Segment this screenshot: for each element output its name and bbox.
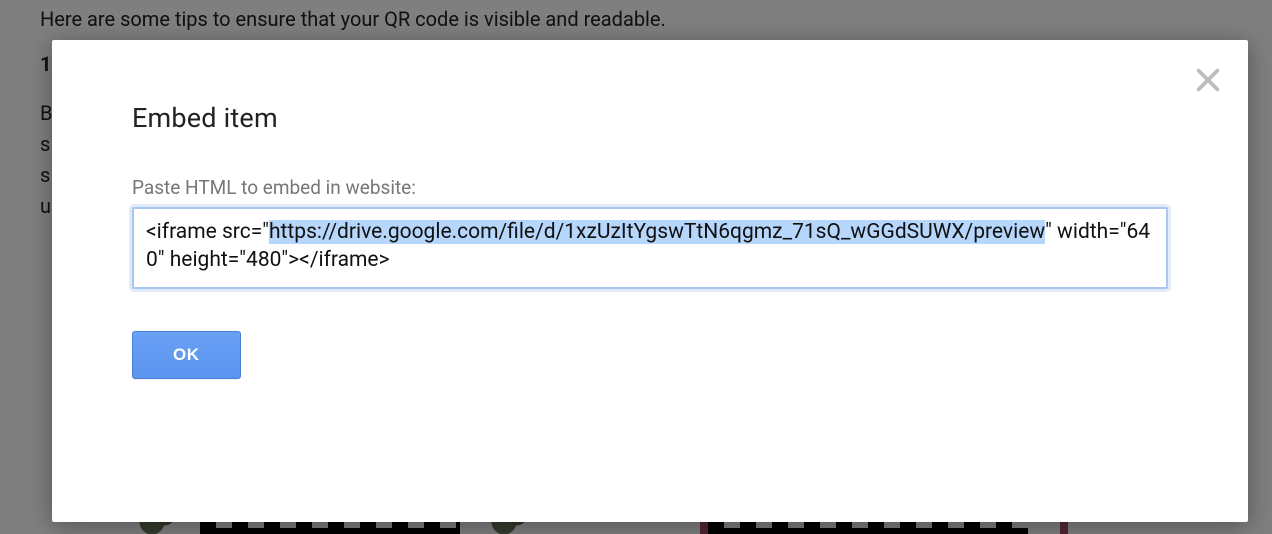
dialog-title: Embed item (132, 102, 1168, 134)
close-button[interactable] (1194, 66, 1222, 94)
embed-code-url-selected: https://drive.google.com/file/d/1xzUzItY… (269, 220, 1045, 244)
embed-field-label: Paste HTML to embed in website: (132, 176, 1168, 199)
ok-button[interactable]: OK (132, 331, 241, 379)
embed-item-dialog: Embed item Paste HTML to embed in websit… (52, 40, 1248, 522)
embed-code-pre: <iframe src=" (146, 220, 269, 244)
embed-code-input[interactable]: <iframe src="https://drive.google.com/fi… (132, 207, 1168, 289)
close-icon (1194, 66, 1222, 94)
